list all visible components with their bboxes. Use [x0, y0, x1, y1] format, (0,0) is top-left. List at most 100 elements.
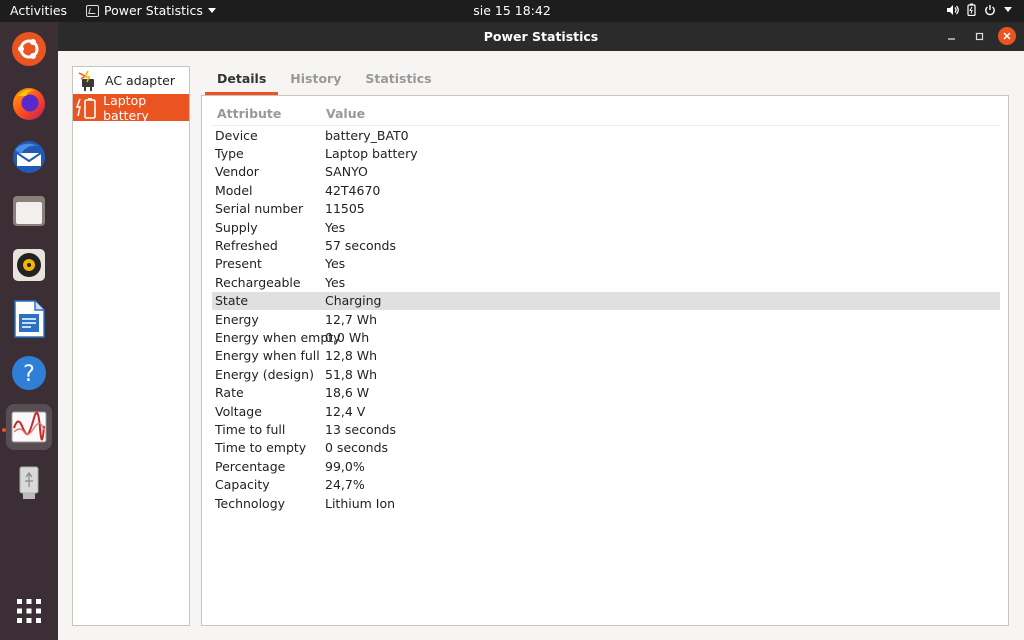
title-bar[interactable]: Power Statistics — [58, 22, 1024, 51]
svg-text:?: ? — [23, 362, 35, 387]
dock-help[interactable]: ? — [6, 350, 52, 396]
dock-rhythmbox[interactable] — [6, 242, 52, 288]
table-row[interactable]: Energy when empty 0,0 Wh — [212, 328, 1000, 346]
dock-ubuntu-software[interactable] — [6, 26, 52, 72]
value-cell: 18,6 W — [325, 385, 370, 401]
dock-firefox[interactable] — [6, 80, 52, 126]
tab-history[interactable]: History — [278, 65, 353, 95]
value-cell: 11505 — [325, 201, 365, 217]
window-title: Power Statistics — [483, 29, 599, 44]
close-button[interactable] — [998, 27, 1016, 45]
dock-files[interactable] — [6, 188, 52, 234]
table-row[interactable]: Rate 18,6 W — [212, 383, 1000, 401]
table-row[interactable]: Percentage 99,0% — [212, 457, 1000, 475]
attribute-cell: Time to empty — [215, 440, 307, 456]
system-menu-chevron-icon — [1004, 7, 1012, 12]
usb-drive-icon — [19, 466, 39, 499]
device-item-laptop-battery[interactable]: Laptop battery — [73, 92, 189, 123]
table-row[interactable]: Serial number 11505 — [212, 200, 1000, 218]
value-cell: Charging — [325, 293, 382, 309]
device-label: Laptop battery — [103, 92, 149, 123]
minimize-icon — [947, 37, 955, 40]
table-row[interactable]: Energy (design) 51,8 Wh — [212, 365, 1000, 383]
attribute-cell: Capacity — [215, 477, 270, 493]
tab-statistics[interactable]: Statistics — [353, 65, 443, 95]
table-row[interactable]: Vendor SANYO — [212, 163, 1000, 181]
value-cell: battery_BAT0 — [325, 127, 409, 143]
top-bar: Activities Power Statistics sie 15 18:42 — [0, 0, 1024, 22]
show-applications-button[interactable] — [6, 588, 52, 634]
table-row[interactable]: Capacity 24,7% — [212, 475, 1000, 493]
attribute-cell: Energy (design) — [215, 366, 314, 382]
power-menu-icon — [985, 4, 995, 15]
table-row[interactable]: Time to full 13 seconds — [212, 420, 1000, 438]
device-label: AC adapter — [105, 73, 175, 88]
ubuntu-software-icon — [12, 32, 46, 66]
attribute-cell: State — [215, 293, 249, 309]
battery-status-icon — [967, 3, 976, 16]
attribute-cell: Serial number — [215, 201, 304, 217]
rhythmbox-icon — [13, 249, 45, 281]
attribute-cell: Energy — [215, 311, 259, 327]
value-cell: 99,0% — [325, 458, 365, 474]
running-indicator — [2, 428, 6, 432]
table-row[interactable]: Supply Yes — [212, 218, 1000, 236]
table-body: Device battery_BAT0 Type Laptop battery Vend… — [212, 126, 1000, 512]
thunderbird-icon — [13, 141, 45, 173]
value-cell: 51,8 Wh — [325, 366, 378, 382]
attribute-cell: Present — [215, 256, 262, 272]
attribute-cell: Energy when full — [215, 348, 320, 364]
volume-icon — [947, 4, 959, 15]
minimize-button[interactable] — [942, 27, 960, 45]
dock-thunderbird[interactable] — [6, 134, 52, 180]
maximize-button[interactable] — [970, 27, 988, 45]
tab-details[interactable]: Details — [205, 65, 279, 95]
attribute-cell: Supply — [215, 219, 258, 235]
close-icon — [1003, 32, 1011, 40]
value-cell: 12,4 V — [325, 403, 366, 419]
help-icon: ? — [12, 356, 46, 390]
table-row[interactable]: Energy 12,7 Wh — [212, 310, 1000, 328]
column-header-attribute[interactable]: Attribute — [212, 106, 322, 125]
attribute-cell: Percentage — [215, 458, 286, 474]
clock[interactable]: sie 15 18:42 — [0, 3, 1024, 18]
value-cell: Lithium Ion — [325, 495, 396, 511]
value-cell: SANYO — [325, 164, 368, 180]
details-page: Attribute Value Device battery_BAT0 Type La… — [201, 96, 1009, 626]
value-cell: Yes — [325, 274, 346, 290]
table-row[interactable]: Model 42T4670 — [212, 181, 1000, 199]
libreoffice-writer-icon — [14, 300, 45, 338]
attribute-cell: Device — [215, 127, 258, 143]
table-row[interactable]: Time to empty 0 seconds — [212, 439, 1000, 457]
device-item-ac-adapter[interactable]: AC adapter — [73, 67, 189, 94]
attribute-cell: Vendor — [215, 164, 259, 180]
attribute-cell: Technology — [215, 495, 286, 511]
details-notebook: Details History Statistics Attribute Val… — [201, 66, 1009, 626]
table-header: Attribute Value — [212, 106, 1000, 126]
app-grid-icon — [17, 599, 41, 623]
attribute-cell: Rate — [215, 385, 244, 401]
system-tray[interactable] — [946, 3, 1012, 16]
table-row[interactable]: Type Laptop battery — [212, 144, 1000, 162]
table-row[interactable]: Refreshed 57 seconds — [212, 236, 1000, 254]
table-row[interactable]: Voltage 12,4 V — [212, 402, 1000, 420]
table-row[interactable]: Present Yes — [212, 255, 1000, 273]
value-cell: 12,8 Wh — [325, 348, 378, 364]
value-cell: Yes — [325, 256, 346, 272]
ac-adapter-icon — [75, 69, 101, 93]
battery-icon — [75, 96, 99, 120]
tab-bar: Details History Statistics — [201, 66, 1009, 96]
attribute-cell: Energy when empty — [215, 329, 341, 345]
column-header-value[interactable]: Value — [322, 106, 365, 125]
dock-power-statistics[interactable] — [6, 404, 52, 450]
table-row[interactable]: Device battery_BAT0 — [212, 126, 1000, 144]
dock-usb-drive[interactable] — [6, 460, 52, 506]
table-row[interactable]: Rechargeable Yes — [212, 273, 1000, 291]
table-row[interactable]: Technology Lithium Ion — [212, 494, 1000, 512]
table-row[interactable]: Energy when full 12,8 Wh — [212, 347, 1000, 365]
dock-libreoffice-writer[interactable] — [6, 296, 52, 342]
value-cell: 24,7% — [325, 477, 365, 493]
attribute-cell: Voltage — [215, 403, 262, 419]
power-statistics-icon — [11, 411, 47, 443]
table-row[interactable]: State Charging — [212, 291, 1000, 310]
